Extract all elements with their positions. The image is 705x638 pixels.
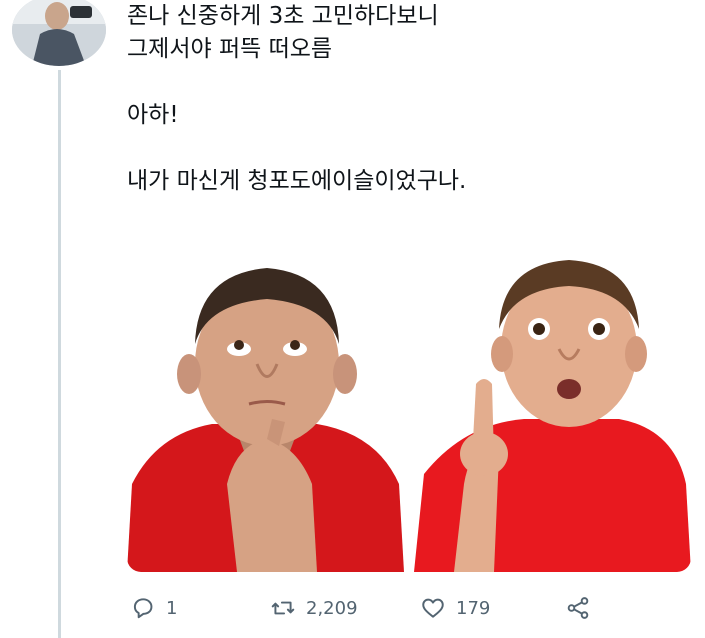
like-count: 179 [456, 597, 491, 619]
tweet-actions: 1 2,209 179 [130, 593, 650, 623]
retweet-icon [271, 601, 295, 615]
reply-button[interactable]: 1 [130, 595, 270, 621]
tweet-text: 존나 신중하게 3초 고민하다보니 그제서야 퍼뜩 떠오름 아하! 내가 마신게… [127, 3, 467, 194]
share-button[interactable] [565, 595, 591, 621]
reply-count: 1 [166, 597, 178, 619]
thread-line [58, 70, 61, 638]
media-grid [127, 254, 691, 572]
photo-idea-boy-image [414, 254, 691, 572]
avatar-photo [12, 0, 106, 66]
reply-icon [133, 598, 153, 619]
like-button[interactable]: 179 [420, 595, 565, 621]
heart-icon [422, 598, 444, 618]
share-icon [567, 597, 589, 619]
retweet-button[interactable]: 2,209 [270, 595, 420, 621]
avatar[interactable] [12, 0, 106, 66]
retweet-count: 2,209 [306, 597, 358, 619]
photo-thinking-boy[interactable] [127, 254, 404, 572]
photo-thinking-boy-image [127, 254, 404, 572]
photo-idea-boy[interactable] [414, 254, 691, 572]
